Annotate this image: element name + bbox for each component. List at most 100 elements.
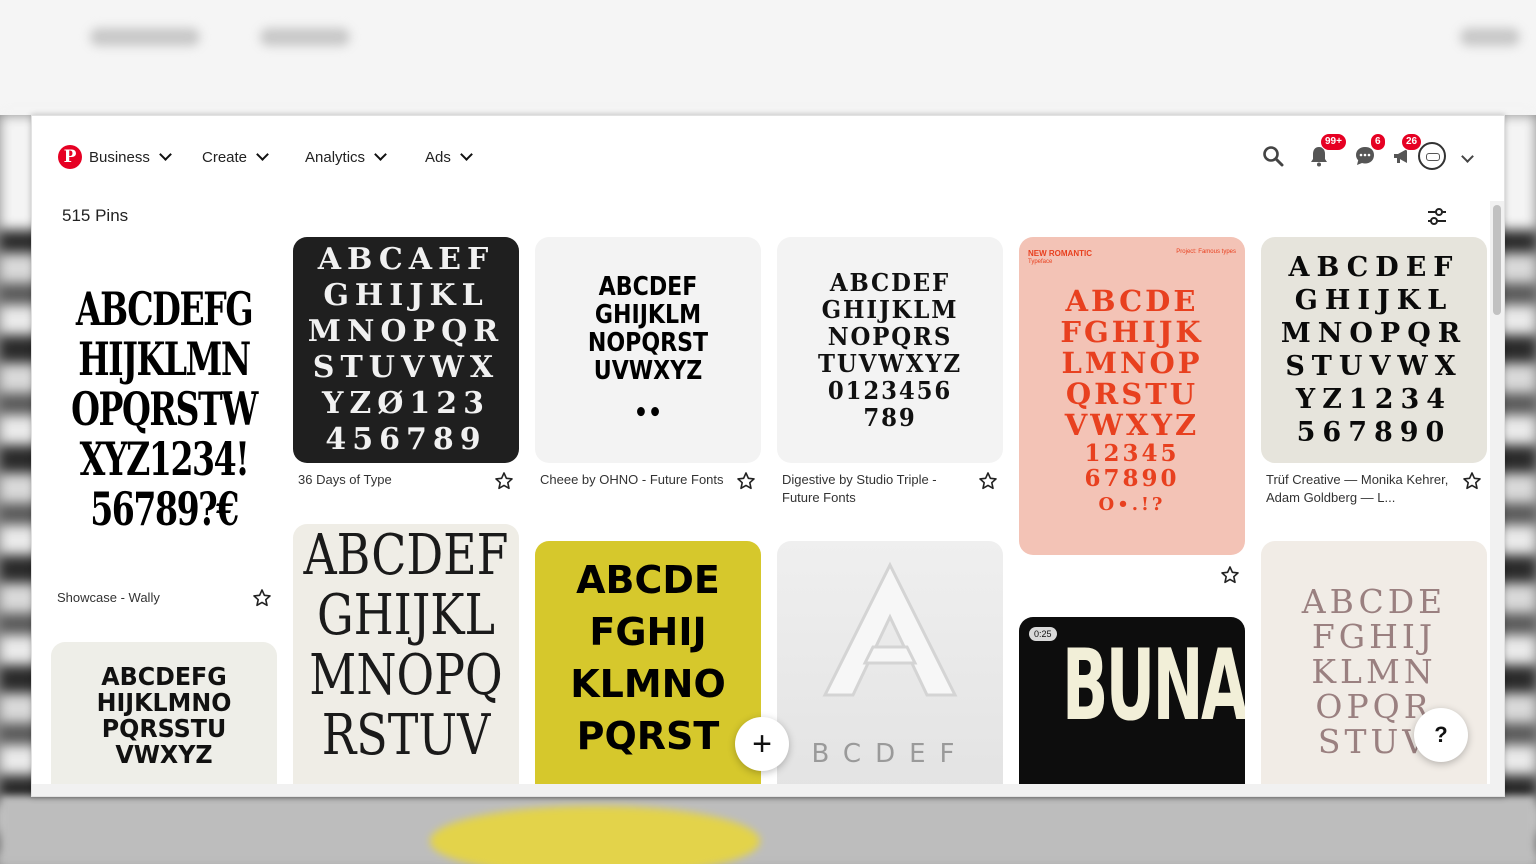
glyph-row: ABCDEF [829, 267, 951, 297]
glyph-row: ABCDEFG [101, 662, 227, 691]
pin-buna-video[interactable]: 0:25 BUNA [1019, 617, 1245, 796]
glyph-row: NOPQRS [827, 321, 953, 351]
glyph-row: FGHIJ [589, 610, 707, 654]
glyph-row: YZ1234 [1295, 384, 1453, 415]
pin-font-card[interactable]: ABCDEF GHIJKL MNOPQ RSTUV [293, 524, 519, 796]
account-menu-button[interactable] [1452, 141, 1482, 171]
glyph-row: 0123456 [827, 375, 953, 405]
glyph-row: NOPQRST [587, 328, 709, 358]
notifications-button[interactable]: 99+ [1304, 133, 1347, 171]
glyph-row: KLMNO [570, 662, 726, 706]
messages-badge: 6 [1370, 133, 1386, 151]
nav-ads[interactable]: Ads [425, 144, 473, 170]
glyph-row: OPQRSTW [71, 382, 258, 436]
pin-truf-creative[interactable]: ABCDEF GHIJKL MNOPQR STUVWX YZ1234 56789… [1261, 237, 1487, 463]
avatar[interactable] [1418, 142, 1446, 170]
pin-image-glyphs: ABCDEFG HIJKLMN OPQRSTW XYZ1234! 56789?€ [71, 237, 258, 581]
glyph-row: GHIJKLM [821, 294, 959, 324]
pin-digestive[interactable]: ABCDEF GHIJKLM NOPQRS TUVWXYZ 0123456 78… [777, 237, 1003, 463]
blurred-bar [90, 28, 200, 46]
glyph-row: 567890 [1296, 417, 1452, 448]
scrollbar-thumb[interactable] [1493, 205, 1501, 315]
pin-title[interactable]: Digestive by Studio Triple - Future Font… [782, 471, 972, 507]
glyph-row: LMNOP [1061, 345, 1203, 380]
glyph-row: ABCDEFG [75, 282, 254, 336]
star-icon[interactable] [494, 471, 514, 491]
nav-analytics[interactable]: Analytics [305, 144, 387, 170]
glyph-row: KLMN [1311, 652, 1437, 691]
messages-button[interactable]: 6 [1350, 133, 1386, 171]
pin-count: 515 Pins [62, 206, 129, 225]
nav-business-label: Business [89, 148, 150, 166]
updates-button[interactable]: 26 [1387, 133, 1423, 171]
star-icon[interactable] [1220, 565, 1240, 585]
pin-title[interactable]: Trüf Creative — Monika Kehrer, Adam Gold… [1266, 471, 1456, 507]
pin-cheee-by-ohno[interactable]: ABCDEF GHIJKLM NOPQRST UVWXYZ •• [535, 237, 761, 463]
chevron-down-icon [1460, 149, 1474, 163]
glyph-row: STUV [1317, 722, 1431, 761]
pin-image-glyphs: ABCDEF GHIJKL MNOPQ RSTUV [303, 524, 508, 796]
glyph-row: GHIJKL [316, 583, 496, 648]
glyph-row: ABCDE [1301, 582, 1447, 621]
pin-font-card[interactable]: ABCDEFG HIJKLMNO PQRSSTU VWXYZ [51, 642, 277, 796]
pin-image-glyphs: ABCDE FGHIJ KLMNO PQRST [535, 541, 761, 796]
glyph-row: BCDEF [811, 739, 969, 769]
pin-title[interactable]: Cheee by OHNO - Future Fonts [540, 471, 730, 489]
star-icon[interactable] [252, 588, 272, 608]
pin-title[interactable]: Showcase - Wally [57, 589, 247, 607]
glyph-row: 456789 [325, 422, 487, 457]
add-pin-button[interactable]: + [735, 717, 789, 771]
glyph-row: ABCDEF [598, 272, 698, 302]
glyph-row: VWXYZ [1064, 407, 1200, 442]
pin-36-days-of-type[interactable]: ABCAEF GHIJKL MNOPQR STUVWX YZØ123 45678… [293, 237, 519, 463]
glyph-row: ABCAEF [317, 242, 495, 277]
blurred-bar [1460, 28, 1520, 46]
star-icon[interactable] [1462, 471, 1482, 491]
pin-image-glyphs: ABCDE FGHIJK LMNOP QRSTU VWXYZ 12345 678… [1019, 237, 1245, 555]
filter-button[interactable] [1422, 202, 1452, 232]
help-button[interactable]: ? [1414, 708, 1468, 762]
glyph-row: VWXYZ [115, 740, 213, 769]
nav-create[interactable]: Create [202, 144, 269, 170]
glyph-row: QRSTU [1065, 376, 1199, 411]
search-button[interactable] [1258, 141, 1288, 171]
glyph-row: GHIJKL [323, 278, 489, 313]
pinterest-logo-icon[interactable]: P [58, 145, 82, 169]
vertical-scrollbar[interactable] [1490, 201, 1504, 796]
top-navigation: P Business Create Analytics Ads 99+ 6 26 [32, 116, 1504, 196]
glyph-row: •• [633, 398, 663, 428]
chevron-down-icon [159, 148, 172, 161]
glyph-row: 67890 [1084, 464, 1180, 492]
pin-font-card-3d[interactable]: BCDEF [777, 541, 1003, 796]
glyph-row: UVWXYZ [593, 356, 703, 386]
glyph-row: ABCDE [576, 558, 720, 602]
nav-analytics-label: Analytics [305, 148, 366, 166]
nav-business[interactable]: P Business [58, 144, 172, 170]
chevron-down-icon [256, 148, 269, 161]
glyph-row: FGHIJ [1311, 617, 1437, 656]
glyph-row: 56789?€ [90, 482, 239, 536]
notifications-badge: 99+ [1320, 133, 1347, 151]
glyph-row: ABCDE [1065, 283, 1199, 318]
glyph-row: GHIJKL [1294, 285, 1454, 316]
sliders-icon [1428, 208, 1446, 225]
pin-font-card-yellow[interactable]: ABCDE FGHIJ KLMNO PQRST [535, 541, 761, 796]
star-icon[interactable] [736, 471, 756, 491]
pin-image-glyphs: ABCDEF GHIJKLM NOPQRST UVWXYZ •• [552, 237, 744, 463]
blurred-bar [260, 28, 350, 46]
pin-showcase-wally[interactable]: ABCDEFG HIJKLMN OPQRSTW XYZ1234! 56789?€ [51, 237, 277, 581]
glyph-row: ABCDEF [303, 524, 509, 588]
glyph-row: 12345 [1084, 439, 1180, 467]
backdrop-top [0, 0, 1536, 115]
pin-new-romantic[interactable]: NEW ROMANTIC Typeface Project: Famous ty… [1019, 237, 1245, 555]
glyph-row: MNOPQ [309, 643, 503, 708]
pin-title[interactable]: 36 Days of Type [298, 471, 488, 489]
star-icon[interactable] [978, 471, 998, 491]
glyph-row: STUVWX [312, 350, 500, 385]
glyph-row: XYZ1234! [79, 432, 250, 486]
horizontal-scrollbar[interactable] [32, 784, 1492, 796]
letter-a-3d-icon [822, 561, 958, 697]
pin-image-glyphs: ABCDEF GHIJKL MNOPQR STUVWX YZ1234 56789… [1261, 237, 1487, 463]
glyph-row: 789 [863, 402, 917, 432]
glyph-row: GHIJKLM [594, 300, 702, 330]
